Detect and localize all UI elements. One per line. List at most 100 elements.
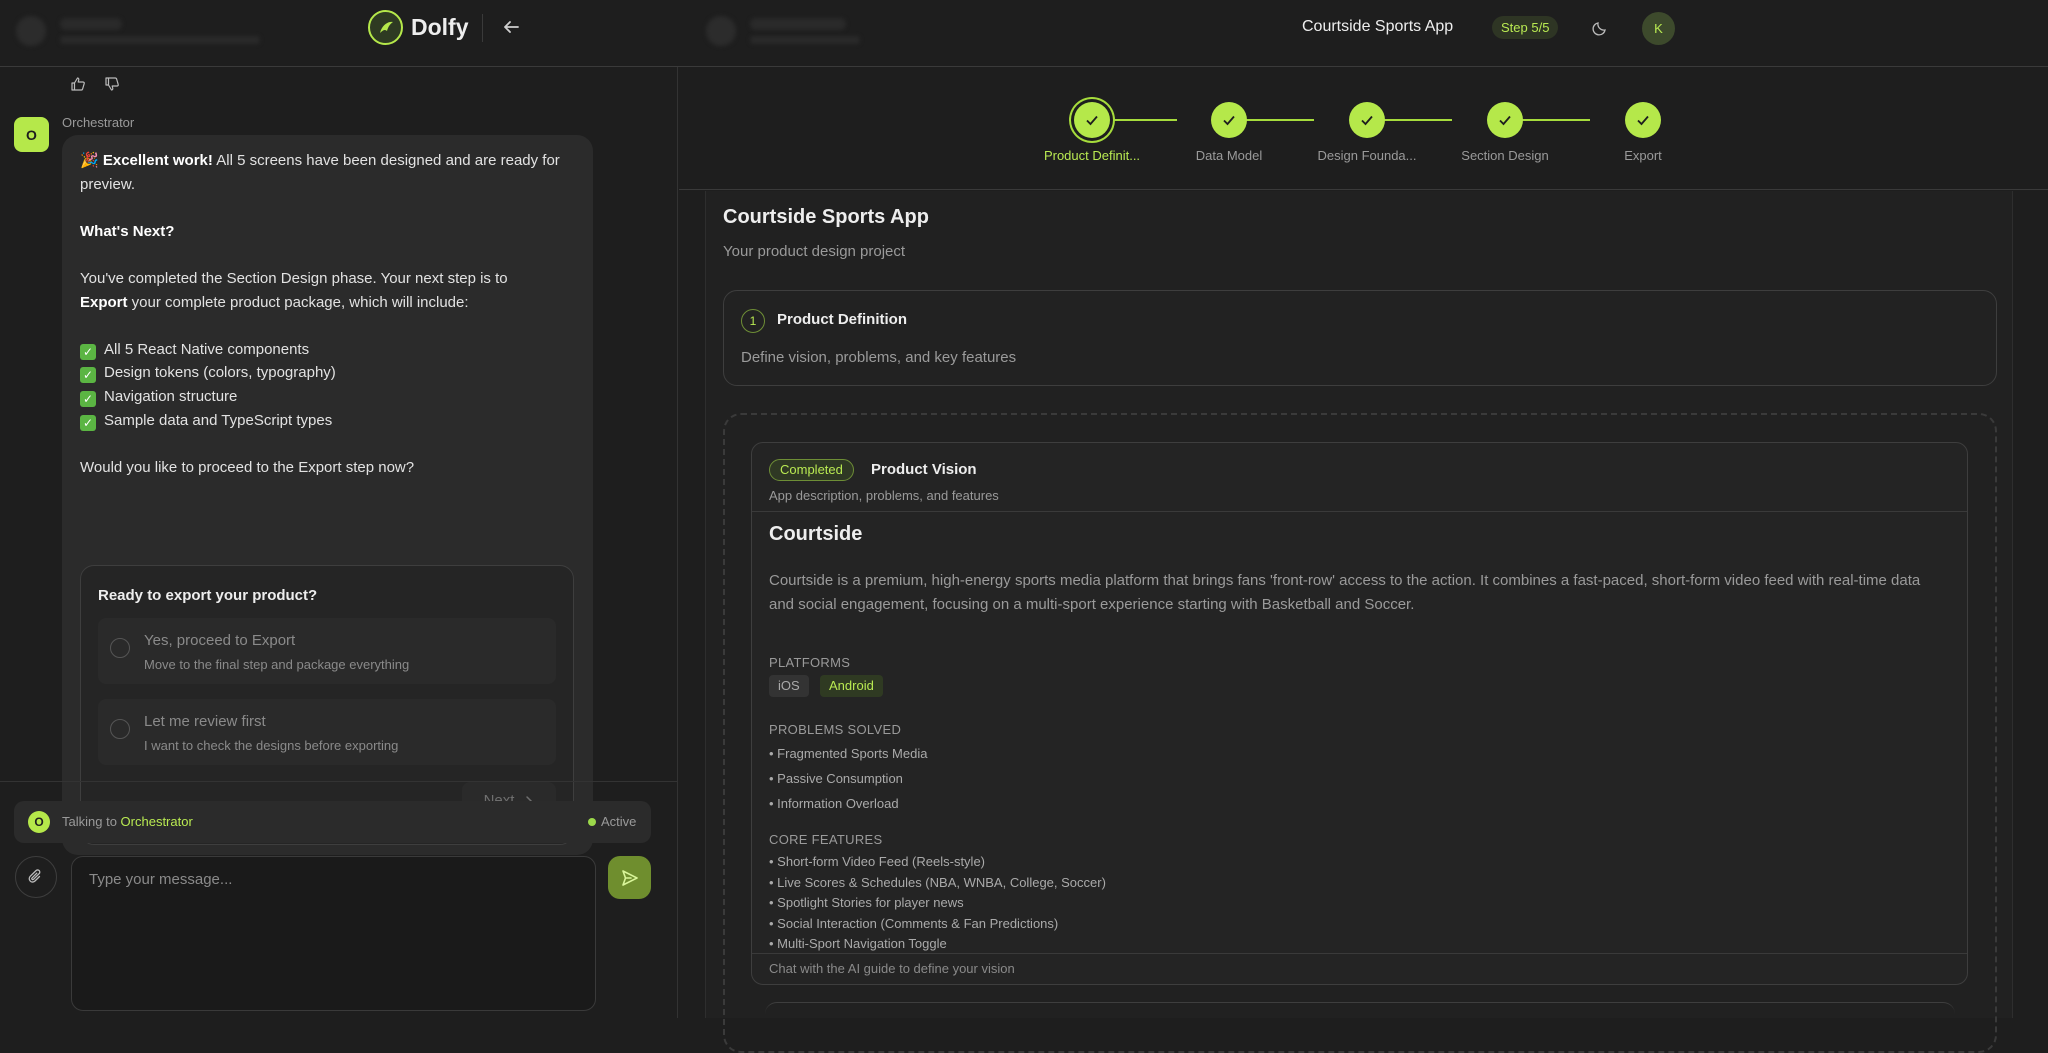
feature-item: • Short-form Video Feed (Reels-style) [769,854,985,869]
problem-item: • Passive Consumption [769,771,903,786]
app-name: Courtside [769,523,862,546]
party-icon: 🎉 [80,152,99,169]
feature-item: • Multi-Sport Navigation Toggle [769,936,947,951]
problem-item: • Fragmented Sports Media [769,746,927,761]
para-line1: You've completed the Section Design phas… [80,267,576,291]
check-icon [1221,112,1237,128]
check-icon [1635,112,1651,128]
message-intro: 🎉 Excellent work! All 5 screens have bee… [80,149,576,173]
step-label: Export [1624,148,1662,163]
check-icon [1497,112,1513,128]
step-label: Product Definit... [1044,148,1140,163]
intro-line2: preview. [80,173,576,197]
option-proceed-export[interactable]: Yes, proceed to Export Move to the final… [98,618,556,684]
status-badge: Completed [769,459,854,481]
checklist-item: ✓Sample data and TypeScript types [80,409,576,433]
blurred-text [750,36,860,44]
option-subtitle: I want to check the designs before expor… [144,734,398,758]
blurred-text [60,18,122,30]
step-section-design[interactable] [1487,102,1523,138]
blurred-avatar [16,16,46,46]
blurred-text [60,36,260,44]
project-subtitle: Your product design project [723,243,905,260]
user-avatar[interactable]: K [1642,12,1675,45]
app-description: Courtside is a premium, high-energy spor… [769,569,1949,617]
para-bold: Export [80,294,128,311]
platform-chip: iOS [769,675,809,697]
option-title: Let me review first [144,710,266,734]
step-product-definition[interactable] [1074,102,1110,138]
vision-subtitle: App description, problems, and features [769,488,999,503]
section-subtitle: Define vision, problems, and key feature… [741,349,1016,366]
option-review-first[interactable]: Let me review first I want to check the … [98,699,556,765]
header-divider [482,14,483,42]
chat-panel: O Orchestrator 🎉 Excellent work! All 5 s… [0,67,678,1018]
section-number: 1 [741,309,765,333]
step-label: Section Design [1461,148,1548,163]
talking-to-bar: O Talking to Orchestrator Active [14,801,651,843]
paperclip-icon[interactable] [15,856,57,898]
step-export[interactable] [1625,102,1661,138]
project-panel: Product Definit... Data Model Design Fou… [679,67,2048,1018]
feature-item: • Live Scores & Schedules (NBA, WNBA, Co… [769,875,1106,890]
intro-bold: Excellent work! [103,152,213,169]
sender-name: Orchestrator [62,115,134,130]
back-arrow-icon[interactable] [497,13,525,41]
feature-item: • Social Interaction (Comments & Fan Pre… [769,916,1058,931]
step-progress: Product Definit... Data Model Design Fou… [679,67,2048,190]
assistant-message: 🎉 Excellent work! All 5 screens have bee… [62,135,593,855]
radio-button[interactable] [110,719,130,739]
features-heading: CORE FEATURES [769,832,882,847]
message-question: Would you like to proceed to the Export … [80,456,576,480]
agent-avatar: O [28,811,50,833]
project-heading: Courtside Sports App [723,206,929,229]
project-title: Courtside Sports App [1302,18,1453,36]
step-label: Design Founda... [1317,148,1416,163]
export-card-title: Ready to export your product? [98,584,317,608]
blurred-text [750,18,846,30]
status-label: Active [601,814,636,829]
checklist-item: ✓Navigation structure [80,385,576,409]
product-vision-card: Completed Product Vision App description… [751,442,1968,985]
check-icon [1084,112,1100,128]
message-heading: What's Next? [80,223,174,240]
composer-divider [0,781,678,782]
top-header: Dolfy Courtside Sports App Step 5/5 K [0,0,2048,67]
thumbs-up-icon[interactable] [67,74,89,94]
check-icon [1359,112,1375,128]
product-definition-card[interactable]: 1 Product Definition Define vision, prob… [723,290,1997,386]
option-title: Yes, proceed to Export [144,629,295,653]
radio-button[interactable] [110,638,130,658]
blurred-avatar [706,16,736,46]
status-dot [588,818,596,826]
problem-item: • Information Overload [769,796,899,811]
section-title: Product Definition [777,311,907,328]
platform-chip: Android [820,675,883,697]
thumbs-down-icon[interactable] [101,74,123,94]
step-badge: Step 5/5 [1492,16,1558,39]
message-input[interactable] [71,856,596,1011]
vision-footer: Chat with the AI guide to define your vi… [769,961,1015,976]
vision-title: Product Vision [871,461,977,478]
orchestrator-avatar: O [14,117,49,152]
step-design-foundation[interactable] [1349,102,1385,138]
next-section-card [765,1002,1955,1022]
option-subtitle: Move to the final step and package every… [144,653,409,677]
platforms-heading: PLATFORMS [769,655,850,670]
problems-heading: PROBLEMS SOLVED [769,722,901,737]
check-icon: ✓ [80,415,96,431]
check-icon: ✓ [80,367,96,383]
send-icon[interactable] [608,856,651,899]
agent-name: Orchestrator [121,814,193,829]
moon-icon[interactable] [1588,16,1612,40]
step-data-model[interactable] [1211,102,1247,138]
para-line2: your complete product package, which wil… [128,294,469,311]
feature-item: • Spotlight Stories for player news [769,895,964,910]
talking-to-label: Talking to Orchestrator [62,814,193,829]
step-label: Data Model [1196,148,1262,163]
checklist-item: ✓Design tokens (colors, typography) [80,361,576,385]
brand-name: Dolfy [411,14,469,41]
dolfy-logo[interactable] [368,10,403,45]
checklist-item: ✓All 5 React Native components [80,338,576,362]
check-icon: ✓ [80,391,96,407]
